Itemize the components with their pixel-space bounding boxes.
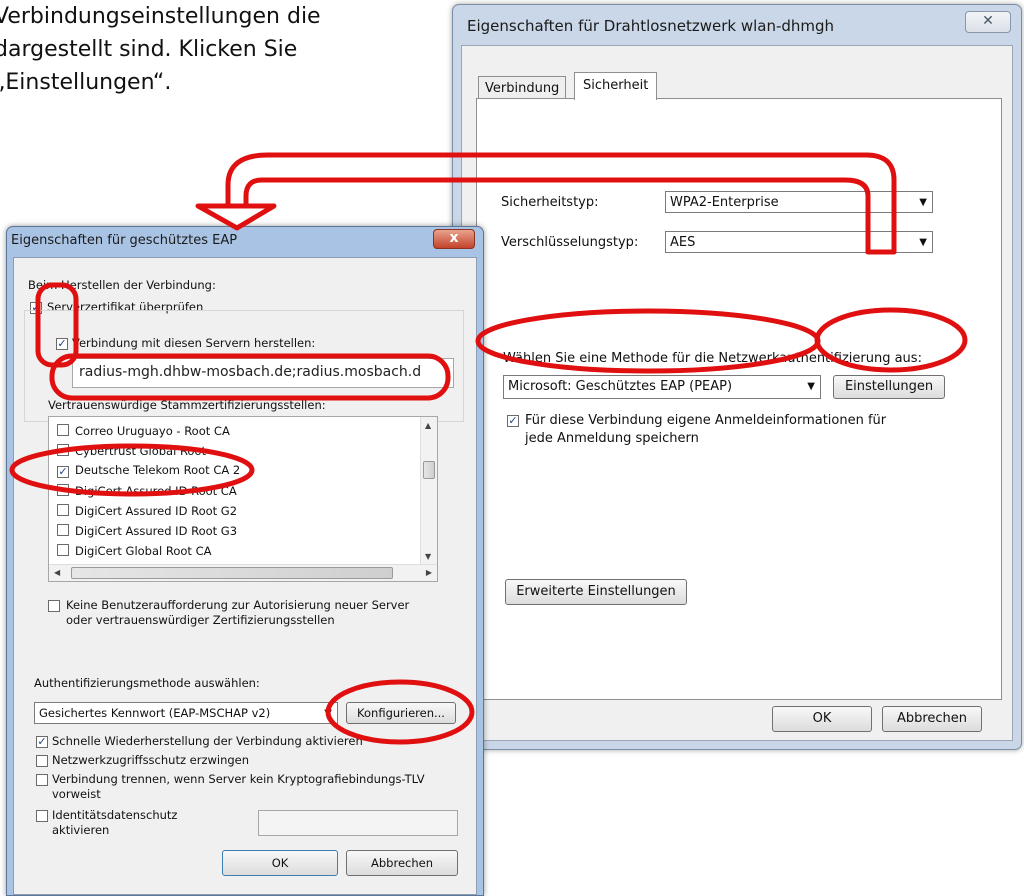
connect-group-label: Beim Herstellen der Verbindung: [28,278,216,292]
cancel-button[interactable]: Abbrechen [346,850,458,876]
ca-item-label: DigiCert Assured ID Root G2 [75,504,238,518]
ca-item[interactable]: DigiCert Assured ID Root G2 [57,503,237,518]
auth-method-label: Wählen Sie eine Methode für die Netzwerk… [503,351,922,366]
ca-checkbox[interactable] [57,484,69,496]
remember-credentials-label-2: jede Anmeldung speichern [525,431,699,446]
chevron-down-icon: ▼ [919,197,927,208]
cancel-button[interactable]: Abbrechen [882,706,982,732]
fast-reconnect-label: Schnelle Wiederherstellung der Verbindun… [52,734,363,748]
ca-item[interactable]: DigiCert Assured ID Root CA [57,483,237,498]
no-prompt-checkbox[interactable] [48,600,60,612]
ca-item[interactable]: Correo Uruguayo - Root CA [57,423,230,438]
window-client-area: Verbindung Sicherheit Sicherheitstyp: WP… [461,45,1013,741]
auth-method-select[interactable]: Microsoft: Geschütztes EAP (PEAP) ▼ [503,375,821,399]
window-title: Eigenschaften für geschütztes EAP [11,233,238,248]
disconnect-label-2: vorweist [52,787,101,801]
ca-item-label: DigiCert Global Root CA [75,544,212,558]
nap-checkbox[interactable] [36,755,48,767]
remember-credentials-checkbox[interactable]: ✓ [507,415,519,427]
fast-reconnect-checkbox[interactable]: ✓ [36,736,48,748]
security-type-label: Sicherheitstyp: [501,195,599,210]
instruction-line-3: „Einstellungen“. [0,70,172,95]
identity-privacy-label-2: aktivieren [52,823,110,837]
chevron-down-icon: ▼ [324,708,332,719]
ca-item[interactable]: ✓ Deutsche Telekom Root CA 2 [57,463,241,478]
ca-item[interactable]: DigiCert Global Root CA [57,543,212,558]
window-client-area: Beim Herstellen der Verbindung: ✓ Server… [13,257,477,895]
ca-item[interactable]: Cybertrust Global Root [57,443,206,458]
chevron-down-icon: ▼ [807,381,815,392]
eap-properties-window: Eigenschaften für geschütztes EAP x Beim… [6,226,484,896]
ca-checkbox[interactable] [57,544,69,556]
auth-method-value: Gesichertes Kennwort (EAP-MSCHAP v2) [39,706,271,720]
instruction-line-1: Verbindungseinstellungen die [0,4,321,29]
auth-method-label: Authentifizierungsmethode auswählen: [34,676,260,690]
arrow-head-icon [195,203,277,231]
scroll-right-icon[interactable]: ▶ [426,568,432,577]
identity-privacy-label-1: Identitätsdatenschutz [52,808,178,822]
trusted-ca-list[interactable]: Correo Uruguayo - Root CA Cybertrust Glo… [48,416,438,582]
ca-item[interactable]: DigiCert Assured ID Root G3 [57,523,237,538]
scroll-thumb[interactable] [71,567,393,579]
ca-item-label: Correo Uruguayo - Root CA [75,424,230,438]
connect-servers-label: Verbindung mit diesen Servern herstellen… [72,336,316,350]
nap-label: Netzwerkzugriffsschutz erzwingen [52,753,250,767]
connect-servers-checkbox[interactable]: ✓ [56,338,68,350]
no-prompt-label-1: Keine Benutzeraufforderung zur Autorisie… [66,598,410,612]
identity-input[interactable] [258,810,458,836]
encryption-type-select[interactable]: AES ▼ [665,231,933,253]
instruction-text: Verbindungseinstellungen die dargestellt… [0,0,424,99]
ca-checkbox[interactable] [57,524,69,536]
ca-item-label: DigiCert Assured ID Root CA [75,484,237,498]
close-button[interactable]: ✕ [965,11,1011,33]
security-type-select[interactable]: WPA2-Enterprise ▼ [665,191,933,213]
configure-button[interactable]: Konfigurieren... [346,702,456,724]
horizontal-scrollbar[interactable]: ◀ ▶ [49,564,437,581]
encryption-type-label: Verschlüsselungstyp: [501,235,639,250]
ca-checkbox[interactable] [57,424,69,436]
identity-privacy-checkbox[interactable] [36,810,48,822]
scroll-thumb[interactable] [423,461,435,479]
ca-item-label: Deutsche Telekom Root CA 2 [75,463,241,477]
instruction-line-2: dargestellt sind. Klicken Sie [0,37,298,62]
servers-input[interactable]: radius-mgh.dhbw-mosbach.de;radius.mosbac… [72,358,454,388]
no-prompt-label-2: oder vertrauenswürdiger Zertifizierungss… [66,613,335,627]
scroll-up-icon[interactable]: ▲ [425,421,431,430]
trusted-ca-label: Vertrauenswürdige Stammzertifizierungsst… [48,398,326,412]
chevron-down-icon: ▼ [919,237,927,248]
scroll-left-icon[interactable]: ◀ [54,568,60,577]
ca-checkbox[interactable] [57,504,69,516]
tab-sicherheit[interactable]: Sicherheit [574,72,658,100]
auth-method-select[interactable]: Gesichertes Kennwort (EAP-MSCHAP v2) ▼ [34,702,338,724]
disconnect-checkbox[interactable] [36,774,48,786]
window-title: Eigenschaften für Drahtlosnetzwerk wlan-… [467,17,835,35]
scroll-down-icon[interactable]: ▼ [425,552,431,561]
auth-method-value: Microsoft: Geschütztes EAP (PEAP) [508,379,733,394]
settings-button[interactable]: Einstellungen [833,375,945,399]
ok-button[interactable]: OK [772,706,872,732]
ca-item-label: Cybertrust Global Root [75,444,207,458]
encryption-type-value: AES [670,235,696,250]
tab-verbindung[interactable]: Verbindung [478,76,567,100]
wlan-properties-window: Eigenschaften für Drahtlosnetzwerk wlan-… [452,4,1022,750]
advanced-settings-button[interactable]: Erweiterte Einstellungen [505,579,687,605]
vertical-scrollbar[interactable]: ▲ ▼ [420,417,437,565]
ca-item-label: DigiCert Assured ID Root G3 [75,524,238,538]
security-type-value: WPA2-Enterprise [670,195,779,210]
ok-button[interactable]: OK [222,850,338,876]
ca-checkbox[interactable]: ✓ [57,466,69,478]
security-tab-panel: Sicherheitstyp: WPA2-Enterprise ▼ Versch… [476,98,1002,700]
ca-checkbox[interactable] [57,444,69,456]
remember-credentials-label-1: Für diese Verbindung eigene Anmeldeinfor… [525,413,887,428]
close-button[interactable]: x [433,229,475,249]
disconnect-label-1: Verbindung trennen, wenn Server kein Kry… [52,772,425,786]
